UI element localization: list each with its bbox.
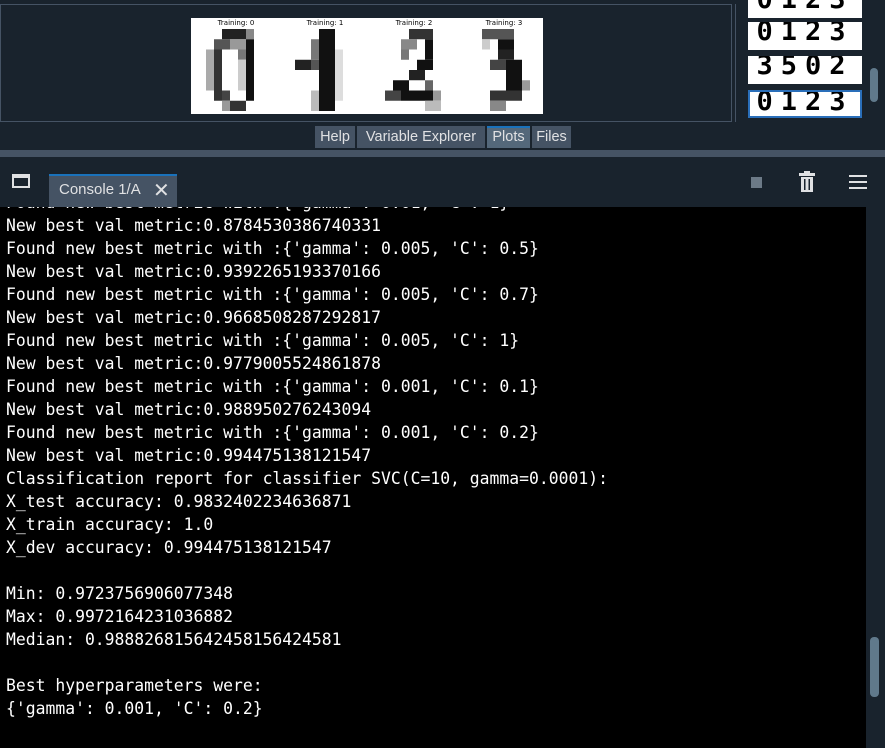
console-line: Found new best metric with :{'gamma': 0.…: [6, 207, 608, 214]
console-line: Max: 0.9972164231036882: [6, 607, 233, 626]
console-text: Found new best metric with :{'gamma': 0.…: [6, 207, 608, 720]
console-line: New best val metric:0.9392265193370166: [6, 262, 381, 281]
console-line: New best val metric:0.994475138121547: [6, 446, 372, 465]
tab-console[interactable]: Console 1/A ✕: [49, 174, 177, 207]
console-line: New best val metric:0.8784530386740331: [6, 216, 381, 235]
console-line: Found new best metric with :{'gamma': 0.…: [6, 423, 539, 442]
plot-thumbnails: 0123 0123 3502 0123: [735, 0, 885, 122]
console-line: Classification report for classifier SVC…: [6, 469, 608, 488]
plot-figure: Training: 0 Training: 1 Training: 2 Trai…: [191, 18, 543, 114]
tab-help[interactable]: Help: [315, 126, 355, 148]
stop-icon[interactable]: [751, 177, 762, 188]
console-output[interactable]: Found new best metric with :{'gamma': 0.…: [0, 207, 866, 748]
console-line: X_dev accuracy: 0.994475138121547: [6, 538, 332, 557]
hamburger-menu-icon[interactable]: [849, 174, 867, 190]
figure-title-2: Training: 2: [395, 19, 433, 27]
console-tab-label: Console 1/A: [59, 181, 141, 198]
console-pane: Console 1/A ✕ Found new best metric with…: [0, 157, 885, 748]
console-line: Found new best metric with :{'gamma': 0.…: [6, 239, 539, 258]
console-line: {'gamma': 0.001, 'C': 0.2}: [6, 699, 263, 718]
console-line: X_train accuracy: 1.0: [6, 515, 214, 534]
thumbnail-label: 0123: [756, 22, 854, 47]
figure-title-1: Training: 1: [306, 19, 344, 27]
console-line: New best val metric:0.9668508287292817: [6, 308, 381, 327]
console-line: Found new best metric with :{'gamma': 0.…: [6, 377, 539, 396]
tab-plots[interactable]: Plots: [487, 126, 530, 148]
digit-image-1: [295, 29, 359, 111]
console-scrollbar-handle[interactable]: [870, 637, 879, 697]
thumbnails-scrollbar[interactable]: [867, 4, 881, 122]
plot-viewer[interactable]: Training: 0 Training: 1 Training: 2 Trai…: [0, 4, 732, 122]
console-line: Min: 0.9723756906077348: [6, 584, 233, 603]
console-line: New best val metric:0.9779005524861878: [6, 354, 381, 373]
digit-image-0: [206, 29, 270, 111]
thumbnail-label: 3502: [756, 56, 854, 81]
digit-image-3: [474, 29, 538, 111]
console-line: Median: 0.988826815642458156424581: [6, 630, 342, 649]
console-line: Found new best metric with :{'gamma': 0.…: [6, 331, 520, 350]
pane-splitter[interactable]: [0, 150, 885, 157]
figure-title-0: Training: 0: [217, 19, 255, 27]
plot-thumbnail[interactable]: 3502: [748, 56, 862, 84]
console-toolbar: Console 1/A ✕: [0, 157, 885, 207]
plot-thumbnail[interactable]: 0123: [748, 22, 862, 50]
console-line: Best hyperparameters were:: [6, 676, 263, 695]
console-line: Found new best metric with :{'gamma': 0.…: [6, 285, 539, 304]
figure-title-3: Training: 3: [485, 19, 523, 27]
digit-image-2: [385, 29, 449, 111]
trash-icon[interactable]: [798, 171, 816, 193]
tab-variable-explorer[interactable]: Variable Explorer: [357, 126, 485, 148]
plots-pane: Training: 0 Training: 1 Training: 2 Trai…: [0, 0, 885, 124]
tab-files[interactable]: Files: [532, 126, 571, 148]
console-scrollbar[interactable]: [866, 207, 885, 748]
thumbnails-scrollbar-handle[interactable]: [870, 68, 878, 102]
console-line: New best val metric:0.988950276243094: [6, 400, 372, 419]
plot-thumbnail-selected[interactable]: 0123: [748, 90, 862, 118]
close-icon[interactable]: ✕: [153, 180, 170, 200]
console-line: X_test accuracy: 0.9832402234636871: [6, 492, 352, 511]
thumbnail-label: 0123: [756, 90, 854, 117]
pane-tabs: Help Variable Explorer Plots Files: [0, 124, 885, 150]
undock-icon[interactable]: [12, 174, 30, 188]
thumbnail-label: 0123: [748, 0, 862, 15]
plot-thumbnail[interactable]: 0123: [748, 0, 862, 18]
